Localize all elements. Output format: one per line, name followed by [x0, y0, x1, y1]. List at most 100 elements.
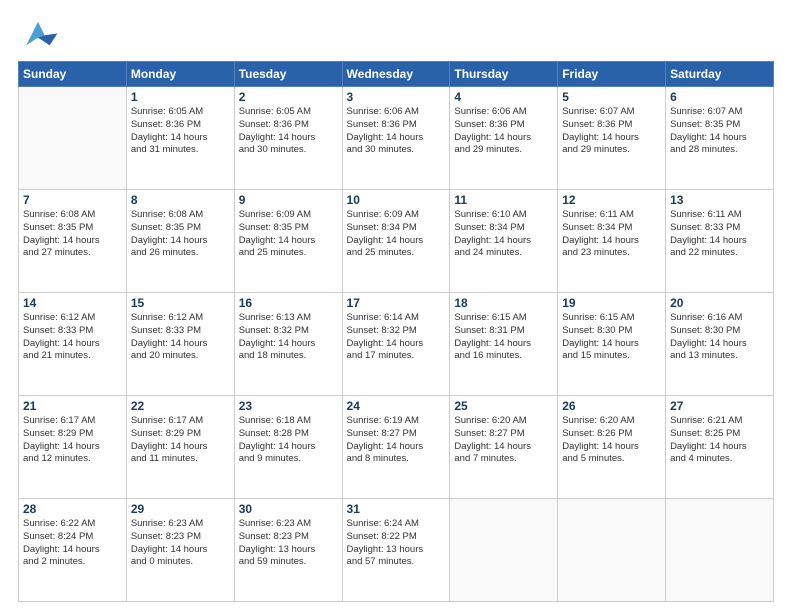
- day-info: Sunrise: 6:11 AMSunset: 8:33 PMDaylight:…: [670, 209, 769, 260]
- calendar-cell: 1 Sunrise: 6:05 AMSunset: 8:36 PMDaylight…: [126, 87, 234, 190]
- day-info: Sunrise: 6:20 AMSunset: 8:27 PMDaylight:…: [454, 415, 553, 466]
- calendar-cell: 13 Sunrise: 6:11 AMSunset: 8:33 PMDayligh…: [666, 190, 774, 293]
- day-number: 15: [131, 296, 230, 310]
- calendar-cell: 25 Sunrise: 6:20 AMSunset: 8:27 PMDayligh…: [450, 396, 558, 499]
- day-info: Sunrise: 6:13 AMSunset: 8:32 PMDaylight:…: [239, 312, 338, 363]
- header: [18, 18, 774, 53]
- day-info: Sunrise: 6:12 AMSunset: 8:33 PMDaylight:…: [131, 312, 230, 363]
- day-number: 25: [454, 399, 553, 413]
- day-info: Sunrise: 6:24 AMSunset: 8:22 PMDaylight:…: [347, 518, 446, 569]
- day-number: 13: [670, 193, 769, 207]
- logo-icon: [18, 18, 58, 53]
- day-number: 11: [454, 193, 553, 207]
- day-info: Sunrise: 6:08 AMSunset: 8:35 PMDaylight:…: [23, 209, 122, 260]
- day-info: Sunrise: 6:06 AMSunset: 8:36 PMDaylight:…: [454, 106, 553, 157]
- calendar-cell: 21Sunrise: 6:17 AMSunset: 8:29 PMDayligh…: [19, 396, 127, 499]
- calendar-cell: 17Sunrise: 6:14 AMSunset: 8:32 PMDayligh…: [342, 293, 450, 396]
- day-info: Sunrise: 6:22 AMSunset: 8:24 PMDaylight:…: [23, 518, 122, 569]
- day-info: Sunrise: 6:06 AMSunset: 8:36 PMDaylight:…: [347, 106, 446, 157]
- calendar-cell: 14Sunrise: 6:12 AMSunset: 8:33 PMDayligh…: [19, 293, 127, 396]
- calendar-cell: 26 Sunrise: 6:20 AMSunset: 8:26 PMDayligh…: [558, 396, 666, 499]
- day-number: 12: [562, 193, 661, 207]
- day-info: Sunrise: 6:05 AMSunset: 8:36 PMDaylight:…: [239, 106, 338, 157]
- day-number: 24: [347, 399, 446, 413]
- calendar-table: SundayMondayTuesdayWednesdayThursdayFrid…: [18, 61, 774, 602]
- day-number: 29: [131, 502, 230, 516]
- day-info: Sunrise: 6:17 AMSunset: 8:29 PMDaylight:…: [23, 415, 122, 466]
- day-info: Sunrise: 6:17 AMSunset: 8:29 PMDaylight:…: [131, 415, 230, 466]
- calendar-cell: 24 Sunrise: 6:19 AMSunset: 8:27 PMDayligh…: [342, 396, 450, 499]
- day-info: Sunrise: 6:12 AMSunset: 8:33 PMDaylight:…: [23, 312, 122, 363]
- calendar-cell: 28 Sunrise: 6:22 AMSunset: 8:24 PMDayligh…: [19, 499, 127, 602]
- logo: [18, 18, 62, 53]
- calendar-cell: [450, 499, 558, 602]
- calendar-day-header: Wednesday: [342, 62, 450, 87]
- day-number: 1: [131, 90, 230, 104]
- day-info: Sunrise: 6:18 AMSunset: 8:28 PMDaylight:…: [239, 415, 338, 466]
- day-number: 26: [562, 399, 661, 413]
- calendar-week-row: 21Sunrise: 6:17 AMSunset: 8:29 PMDayligh…: [19, 396, 774, 499]
- day-info: Sunrise: 6:15 AMSunset: 8:31 PMDaylight:…: [454, 312, 553, 363]
- day-number: 18: [454, 296, 553, 310]
- day-info: Sunrise: 6:16 AMSunset: 8:30 PMDaylight:…: [670, 312, 769, 363]
- calendar-cell: [558, 499, 666, 602]
- calendar-cell: 18 Sunrise: 6:15 AMSunset: 8:31 PMDayligh…: [450, 293, 558, 396]
- day-info: Sunrise: 6:21 AMSunset: 8:25 PMDaylight:…: [670, 415, 769, 466]
- calendar-cell: 15 Sunrise: 6:12 AMSunset: 8:33 PMDayligh…: [126, 293, 234, 396]
- day-number: 27: [670, 399, 769, 413]
- calendar-cell: 12 Sunrise: 6:11 AMSunset: 8:34 PMDayligh…: [558, 190, 666, 293]
- calendar-cell: 20 Sunrise: 6:16 AMSunset: 8:30 PMDayligh…: [666, 293, 774, 396]
- day-number: 10: [347, 193, 446, 207]
- day-number: 20: [670, 296, 769, 310]
- day-number: 6: [670, 90, 769, 104]
- calendar-cell: 5 Sunrise: 6:07 AMSunset: 8:36 PMDaylight…: [558, 87, 666, 190]
- day-info: Sunrise: 6:10 AMSunset: 8:34 PMDaylight:…: [454, 209, 553, 260]
- calendar-cell: 2 Sunrise: 6:05 AMSunset: 8:36 PMDaylight…: [234, 87, 342, 190]
- calendar-cell: 8 Sunrise: 6:08 AMSunset: 8:35 PMDaylight…: [126, 190, 234, 293]
- day-info: Sunrise: 6:20 AMSunset: 8:26 PMDaylight:…: [562, 415, 661, 466]
- calendar-week-row: 28 Sunrise: 6:22 AMSunset: 8:24 PMDayligh…: [19, 499, 774, 602]
- day-info: Sunrise: 6:09 AMSunset: 8:34 PMDaylight:…: [347, 209, 446, 260]
- day-number: 19: [562, 296, 661, 310]
- calendar-cell: [666, 499, 774, 602]
- day-number: 2: [239, 90, 338, 104]
- day-info: Sunrise: 6:14 AMSunset: 8:32 PMDaylight:…: [347, 312, 446, 363]
- day-number: 28: [23, 502, 122, 516]
- day-number: 7: [23, 193, 122, 207]
- calendar-cell: 11 Sunrise: 6:10 AMSunset: 8:34 PMDayligh…: [450, 190, 558, 293]
- day-info: Sunrise: 6:23 AMSunset: 8:23 PMDaylight:…: [131, 518, 230, 569]
- calendar-cell: 4 Sunrise: 6:06 AMSunset: 8:36 PMDaylight…: [450, 87, 558, 190]
- page: SundayMondayTuesdayWednesdayThursdayFrid…: [0, 0, 792, 612]
- day-info: Sunrise: 6:07 AMSunset: 8:36 PMDaylight:…: [562, 106, 661, 157]
- calendar-cell: 3Sunrise: 6:06 AMSunset: 8:36 PMDaylight…: [342, 87, 450, 190]
- calendar-cell: 6Sunrise: 6:07 AMSunset: 8:35 PMDaylight…: [666, 87, 774, 190]
- calendar-cell: 22 Sunrise: 6:17 AMSunset: 8:29 PMDayligh…: [126, 396, 234, 499]
- calendar-week-row: 1 Sunrise: 6:05 AMSunset: 8:36 PMDaylight…: [19, 87, 774, 190]
- day-number: 9: [239, 193, 338, 207]
- calendar-week-row: 7 Sunrise: 6:08 AMSunset: 8:35 PMDaylight…: [19, 190, 774, 293]
- calendar-week-row: 14Sunrise: 6:12 AMSunset: 8:33 PMDayligh…: [19, 293, 774, 396]
- calendar-day-header: Friday: [558, 62, 666, 87]
- day-number: 31: [347, 502, 446, 516]
- calendar-day-header: Thursday: [450, 62, 558, 87]
- day-number: 4: [454, 90, 553, 104]
- calendar-cell: 9 Sunrise: 6:09 AMSunset: 8:35 PMDaylight…: [234, 190, 342, 293]
- day-number: 8: [131, 193, 230, 207]
- day-info: Sunrise: 6:09 AMSunset: 8:35 PMDaylight:…: [239, 209, 338, 260]
- calendar-cell: 29 Sunrise: 6:23 AMSunset: 8:23 PMDayligh…: [126, 499, 234, 602]
- day-info: Sunrise: 6:05 AMSunset: 8:36 PMDaylight:…: [131, 106, 230, 157]
- calendar-cell: 30 Sunrise: 6:23 AMSunset: 8:23 PMDayligh…: [234, 499, 342, 602]
- day-number: 30: [239, 502, 338, 516]
- calendar-day-header: Tuesday: [234, 62, 342, 87]
- calendar-cell: 23Sunrise: 6:18 AMSunset: 8:28 PMDayligh…: [234, 396, 342, 499]
- day-number: 22: [131, 399, 230, 413]
- day-info: Sunrise: 6:19 AMSunset: 8:27 PMDaylight:…: [347, 415, 446, 466]
- day-info: Sunrise: 6:15 AMSunset: 8:30 PMDaylight:…: [562, 312, 661, 363]
- calendar-cell: 31 Sunrise: 6:24 AMSunset: 8:22 PMDayligh…: [342, 499, 450, 602]
- day-info: Sunrise: 6:23 AMSunset: 8:23 PMDaylight:…: [239, 518, 338, 569]
- day-info: Sunrise: 6:08 AMSunset: 8:35 PMDaylight:…: [131, 209, 230, 260]
- calendar-cell: 16Sunrise: 6:13 AMSunset: 8:32 PMDayligh…: [234, 293, 342, 396]
- day-number: 5: [562, 90, 661, 104]
- day-info: Sunrise: 6:11 AMSunset: 8:34 PMDaylight:…: [562, 209, 661, 260]
- calendar-cell: 10 Sunrise: 6:09 AMSunset: 8:34 PMDayligh…: [342, 190, 450, 293]
